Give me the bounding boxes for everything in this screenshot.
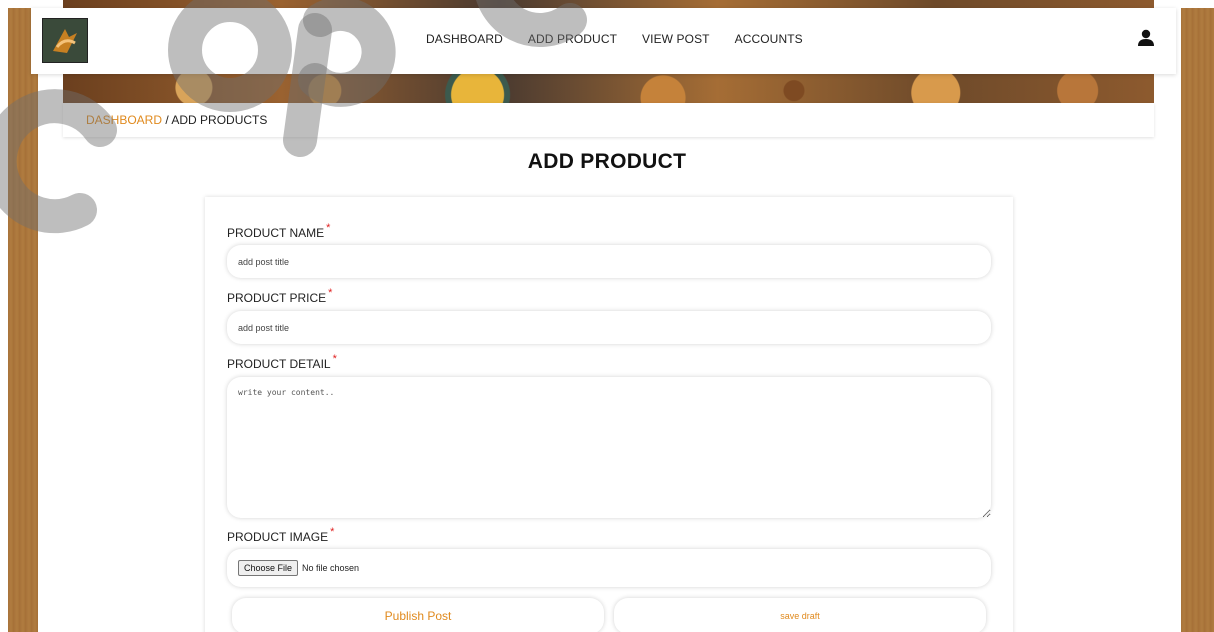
- user-icon[interactable]: [1137, 29, 1155, 52]
- product-detail-textarea[interactable]: [227, 377, 991, 518]
- page-title: ADD PRODUCT: [527, 150, 687, 173]
- product-image-file-input: Choose File No file chosen: [227, 549, 991, 587]
- nav-view-post[interactable]: VIEW POST: [642, 32, 710, 46]
- nav-add-product[interactable]: ADD PRODUCT: [528, 32, 617, 46]
- nav-dashboard[interactable]: DASHBOARD: [426, 32, 503, 46]
- product-price-label-text: PRODUCT PRICE: [227, 291, 327, 305]
- nav-accounts[interactable]: ACCOUNTS: [735, 32, 803, 46]
- required-marker: *: [332, 353, 337, 365]
- breadcrumb-separator: /: [162, 113, 172, 127]
- product-image-label: PRODUCT IMAGE *: [227, 526, 334, 544]
- add-product-form: PRODUCT NAME* PRODUCT PRICE* PRODUCT DET…: [205, 197, 1013, 632]
- required-marker: *: [326, 222, 331, 234]
- side-border-right: [1181, 8, 1214, 632]
- required-marker: *: [328, 287, 333, 299]
- product-price-input[interactable]: [227, 311, 991, 344]
- top-navbar: DASHBOARD ADD PRODUCT VIEW POST ACCOUNTS: [31, 8, 1176, 74]
- product-price-label: PRODUCT PRICE *: [227, 287, 332, 305]
- product-detail-label: PRODUCT DETAIL *: [227, 353, 337, 371]
- breadcrumb: DASHBOARD / ADD PRODUCTS: [63, 103, 1154, 137]
- product-name-input[interactable]: [227, 245, 991, 278]
- save-draft-button[interactable]: save draft: [614, 598, 986, 632]
- choose-file-button[interactable]: Choose File: [238, 560, 299, 576]
- logo-icon[interactable]: [42, 18, 88, 63]
- required-marker: *: [330, 526, 335, 538]
- product-detail-label-text: PRODUCT DETAIL: [227, 357, 331, 371]
- product-image-label-text: PRODUCT IMAGE: [227, 530, 329, 544]
- breadcrumb-link-dashboard[interactable]: DASHBOARD: [86, 113, 162, 127]
- product-name-label-text: PRODUCT NAME: [227, 226, 325, 240]
- file-status-text: No file chosen: [302, 563, 360, 573]
- publish-post-button[interactable]: Publish Post: [232, 598, 604, 632]
- logo-mark: [53, 28, 77, 53]
- side-border-left: [8, 8, 38, 632]
- breadcrumb-current: ADD PRODUCTS: [171, 113, 268, 127]
- main-nav: DASHBOARD ADD PRODUCT VIEW POST ACCOUNTS: [426, 32, 803, 46]
- product-name-label: PRODUCT NAME *: [227, 222, 330, 240]
